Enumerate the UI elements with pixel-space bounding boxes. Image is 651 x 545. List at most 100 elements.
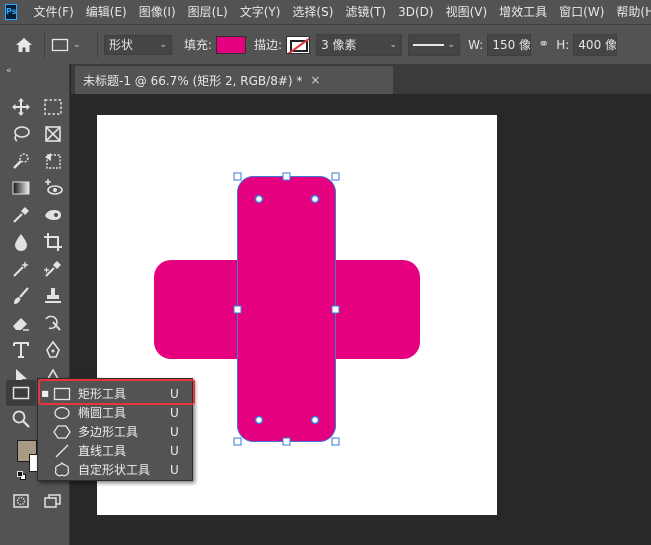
menu-edit[interactable]: 编辑(E)	[80, 0, 133, 24]
crop-slice-tool[interactable]	[38, 148, 68, 174]
ellipse-icon	[52, 405, 72, 421]
chevron-down-icon: ⌄	[159, 39, 167, 50]
stroke-swatch[interactable]	[286, 35, 311, 54]
stroke-width-select[interactable]: 3 像素 ⌄	[316, 33, 403, 56]
eraser-tool[interactable]	[6, 310, 36, 336]
stroke-width-value: 3 像素	[321, 38, 357, 52]
height-label: H:	[556, 37, 570, 52]
polygon-icon	[52, 424, 72, 440]
menu-3d[interactable]: 3D(D)	[392, 0, 439, 24]
custom-shape-icon	[52, 461, 72, 478]
menu-view[interactable]: 视图(V)	[440, 0, 494, 24]
quick-selection-tool[interactable]	[6, 148, 36, 174]
menu-layer[interactable]: 图层(L)	[182, 0, 234, 24]
chevron-down-icon: ⌄	[73, 39, 81, 50]
rectangular-marquee-icon	[44, 99, 62, 115]
fill-label: 填充:	[184, 38, 213, 52]
menu-filter[interactable]: 滤镜(T)	[339, 0, 392, 24]
corner-radius-handle-bottom-right[interactable]	[310, 415, 320, 425]
transform-handle-bottom-left[interactable]	[233, 437, 242, 446]
document-tab-title: 未标题-1 @ 66.7% (矩形 2, RGB/8#) *	[83, 73, 303, 88]
tool-mode-value: 形状	[109, 38, 134, 52]
width-label: W:	[468, 37, 484, 52]
flyout-item-label: 椭圆工具	[78, 406, 127, 420]
link-icon[interactable]: ⚭	[538, 37, 549, 52]
eraser-tool-alt[interactable]	[38, 202, 68, 228]
document-tab[interactable]: 未标题-1 @ 66.7% (矩形 2, RGB/8#) * ×	[75, 66, 393, 94]
chevron-down-icon: ⌄	[389, 39, 398, 50]
lasso-tool[interactable]	[6, 121, 36, 147]
color-sampler-icon	[44, 261, 61, 277]
flyout-item-ellipse[interactable]: 椭圆工具 U	[38, 403, 192, 422]
menu-help[interactable]: 帮助(H)	[610, 0, 651, 24]
height-input[interactable]: 400 像	[573, 33, 618, 56]
move-tool[interactable]	[6, 94, 36, 120]
rectangle-tool[interactable]	[6, 380, 36, 406]
vertical-rectangle-shape[interactable]	[237, 176, 336, 442]
menu-window[interactable]: 窗口(W)	[553, 0, 610, 24]
lasso-icon	[14, 126, 30, 142]
stamp-tool[interactable]	[38, 283, 68, 309]
collapse-panel-icon[interactable]: «	[6, 66, 12, 76]
flyout-item-shortcut: U	[170, 424, 179, 439]
separator	[44, 31, 45, 58]
flyout-item-polygon[interactable]: 多边形工具 U	[38, 422, 192, 441]
eraser-icon	[13, 318, 29, 331]
crop-icon	[44, 233, 62, 251]
transform-handle-middle-right[interactable]	[331, 305, 340, 314]
line-icon	[52, 443, 72, 459]
quick-mask-icon	[13, 494, 29, 508]
width-input[interactable]: 150 像	[487, 33, 532, 56]
menu-select[interactable]: 选择(S)	[286, 0, 339, 24]
red-eye-tool[interactable]	[38, 175, 68, 201]
width-value: 150 像	[492, 38, 532, 52]
transform-handle-bottom-right[interactable]	[331, 437, 340, 446]
crop-tool[interactable]	[38, 229, 68, 255]
quick-mask-button[interactable]	[6, 488, 36, 514]
corner-radius-handle-top-right[interactable]	[310, 194, 320, 204]
marquee-tool[interactable]	[38, 94, 68, 120]
menu-type[interactable]: 文字(Y)	[234, 0, 287, 24]
fill-swatch[interactable]	[216, 35, 247, 54]
close-icon[interactable]: ×	[310, 73, 320, 87]
home-button[interactable]	[10, 31, 38, 59]
magic-wand-icon	[13, 261, 29, 277]
brush-icon	[14, 287, 29, 304]
zoom-tool[interactable]	[6, 406, 36, 432]
stroke-line-icon	[413, 43, 444, 46]
pen-tool[interactable]	[38, 337, 68, 363]
water-drop-icon	[15, 234, 27, 251]
no-stroke-icon	[287, 36, 310, 53]
separator	[97, 31, 98, 58]
corner-radius-handle-top-left[interactable]	[254, 194, 264, 204]
flyout-item-custom-shape[interactable]: 自定形状工具 U	[38, 460, 192, 479]
type-icon	[13, 342, 29, 358]
gradient-tool[interactable]	[6, 175, 36, 201]
blur-tool[interactable]	[6, 229, 36, 255]
default-colors-icon[interactable]	[17, 471, 26, 480]
transform-handle-top-center[interactable]	[282, 172, 291, 181]
menu-file[interactable]: 文件(F)	[27, 0, 79, 24]
frame-tool[interactable]	[38, 121, 68, 147]
tool-mode-select[interactable]: 形状 ⌄	[104, 34, 172, 55]
brush-tool[interactable]	[6, 283, 36, 309]
eyedropper-tool[interactable]	[6, 202, 36, 228]
transform-handle-bottom-center[interactable]	[282, 437, 291, 446]
stroke-type-select[interactable]: ⌄	[408, 33, 461, 56]
transform-handle-top-right[interactable]	[331, 172, 340, 181]
corner-radius-handle-bottom-left[interactable]	[254, 415, 264, 425]
flyout-item-shortcut: U	[170, 443, 179, 458]
history-brush-tool[interactable]	[38, 310, 68, 336]
color-sampler-tool[interactable]	[38, 256, 68, 282]
type-tool[interactable]	[6, 337, 36, 363]
stamp-icon	[45, 288, 61, 303]
magic-wand-tool[interactable]	[6, 256, 36, 282]
flyout-item-line[interactable]: 直线工具 U	[38, 441, 192, 460]
menu-plugins[interactable]: 增效工具	[493, 0, 553, 24]
tool-preset-picker[interactable]: ⌄	[51, 38, 91, 52]
screen-mode-button[interactable]	[38, 488, 68, 514]
transform-handle-top-left[interactable]	[233, 172, 242, 181]
transform-handle-middle-left[interactable]	[233, 305, 242, 314]
menu-bar: Ps 文件(F) 编辑(E) 图像(I) 图层(L) 文字(Y) 选择(S) 滤…	[0, 0, 651, 24]
menu-image[interactable]: 图像(I)	[133, 0, 182, 24]
